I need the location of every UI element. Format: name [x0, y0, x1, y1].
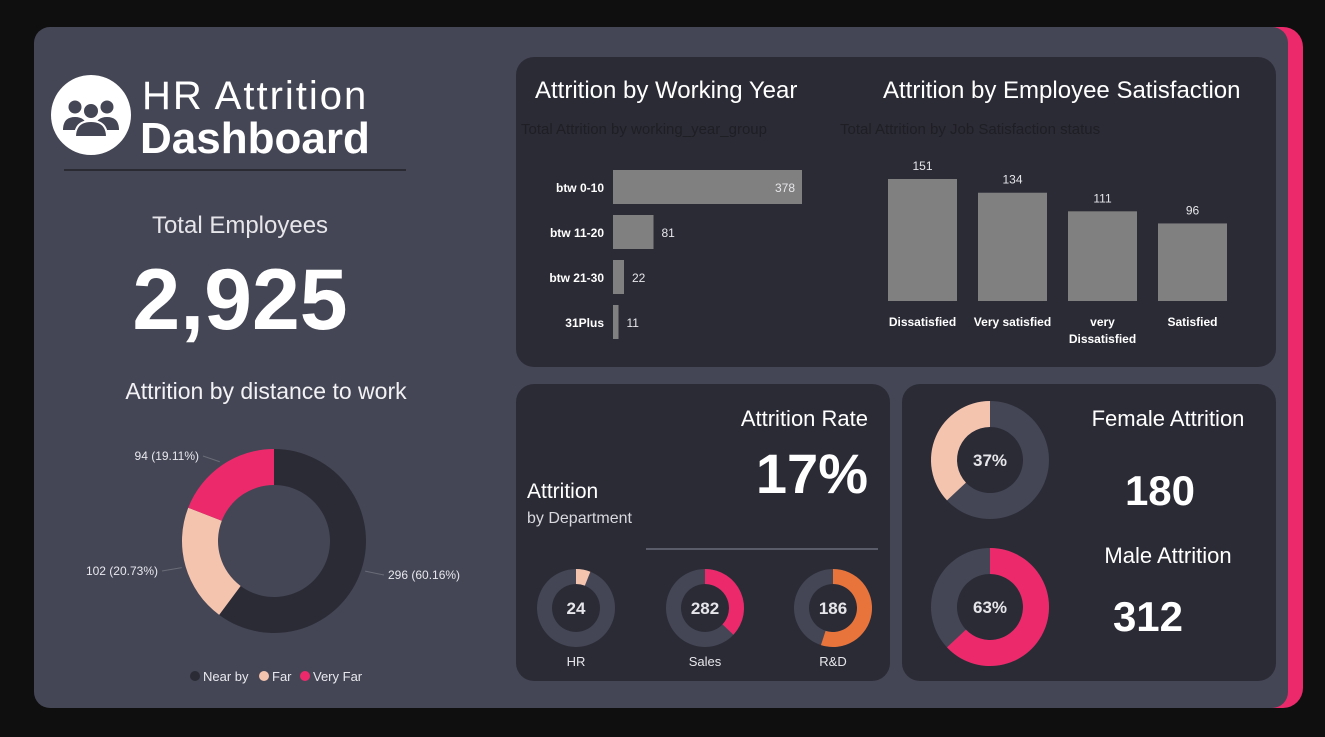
satisfaction-data-label: 111 — [1093, 191, 1112, 205]
satisfaction-bar — [978, 192, 1047, 301]
total-employees-value: 2,925 — [132, 252, 348, 348]
satisfaction-bar — [1158, 223, 1227, 301]
gender-percent: 37% — [973, 451, 1007, 470]
working-year-bar — [613, 305, 619, 339]
distance-data-label: 102 (20.73%) — [86, 564, 158, 578]
satisfaction-bar-chart: 151 Dissatisfied 134 Very satisfied 111 very D… — [888, 159, 1227, 346]
male-attrition-label: Male Attrition — [1104, 543, 1232, 568]
department-value: 186 — [819, 599, 847, 618]
working-year-title: Attrition by Working Year — [535, 77, 798, 104]
working-year-subtitle: Total Attrition by working_year_group — [521, 121, 767, 138]
app-title-line2: Dashboard — [140, 114, 370, 163]
distance-data-label: 296 (60.16%) — [388, 568, 460, 582]
working-year-bar — [613, 260, 624, 294]
satisfaction-tick-label: Satisfied — [1167, 315, 1217, 329]
total-employees-label: Total Employees — [151, 212, 329, 239]
satisfaction-tick-label: Dissatisfied — [1069, 332, 1136, 346]
working-year-tick-label: btw 11-20 — [550, 226, 604, 240]
distance-slice-very-far — [188, 449, 274, 521]
working-year-bar-chart: btw 0-10 378 btw 11-20 81 btw 21-30 22 31Plus 1… — [549, 170, 802, 339]
department-value: 24 — [567, 599, 586, 618]
department-label: Sales — [689, 654, 722, 669]
department-label: R&D — [819, 654, 846, 669]
legend-swatch — [300, 671, 310, 681]
satisfaction-data-label: 96 — [1186, 203, 1200, 217]
gender-percent: 63% — [973, 598, 1007, 617]
working-year-data-label: 11 — [627, 316, 640, 330]
app-title-line1: HR Attrition — [142, 74, 369, 118]
distance-chart-title: Attrition by distance to work — [125, 378, 407, 404]
legend-swatch — [190, 671, 200, 681]
satisfaction-title: Attrition by Employee Satisfaction — [883, 77, 1241, 104]
satisfaction-data-label: 134 — [1002, 173, 1022, 187]
gender-donuts: 37% 63% — [930, 401, 1049, 666]
distance-donut-chart: 296 (60.16%) 102 (20.73%) 94 (19.11%) Near … — [86, 449, 460, 684]
department-title: Attrition — [527, 480, 599, 503]
distance-leader-line — [161, 567, 182, 572]
working-year-tick-label: btw 0-10 — [556, 181, 604, 195]
working-year-bar — [613, 215, 654, 249]
satisfaction-bar — [888, 179, 957, 301]
department-label: HR — [567, 654, 586, 669]
female-attrition-value: 180 — [1124, 467, 1196, 514]
working-year-tick-label: 31Plus — [565, 316, 604, 330]
satisfaction-data-label: 151 — [912, 159, 932, 173]
satisfaction-subtitle: Total Attrition by Job Satisfaction stat… — [840, 121, 1101, 138]
title-divider — [64, 169, 406, 171]
department-value: 282 — [691, 599, 719, 618]
attrition-rate-value: 17% — [755, 442, 868, 505]
legend-swatch — [259, 671, 269, 681]
male-attrition-value: 312 — [1112, 593, 1184, 640]
distance-leader-line — [202, 455, 220, 463]
satisfaction-tick-label: Dissatisfied — [889, 315, 956, 329]
working-year-data-label: 22 — [632, 271, 646, 285]
working-year-data-label: 378 — [775, 181, 795, 195]
working-year-data-label: 81 — [662, 226, 676, 240]
satisfaction-tick-label: very — [1090, 315, 1115, 329]
distance-leader-line — [365, 570, 385, 576]
attrition-rate-label: Attrition Rate — [740, 406, 868, 431]
satisfaction-tick-label: Very satisfied — [974, 315, 1051, 329]
legend-label: Near by — [203, 669, 249, 684]
female-attrition-label: Female Attrition — [1091, 406, 1245, 431]
satisfaction-bar — [1068, 211, 1137, 301]
department-donuts: 24 HR 282 Sales 186 R&D — [536, 569, 872, 669]
legend-label: Far — [272, 669, 292, 684]
working-year-bar — [613, 170, 802, 204]
distance-data-label: 94 (19.11%) — [135, 449, 199, 463]
department-subtitle: by Department — [527, 510, 632, 527]
working-year-tick-label: btw 21-30 — [549, 271, 604, 285]
department-divider — [646, 548, 878, 550]
legend-label: Very Far — [313, 669, 363, 684]
people-group-icon — [51, 75, 131, 155]
